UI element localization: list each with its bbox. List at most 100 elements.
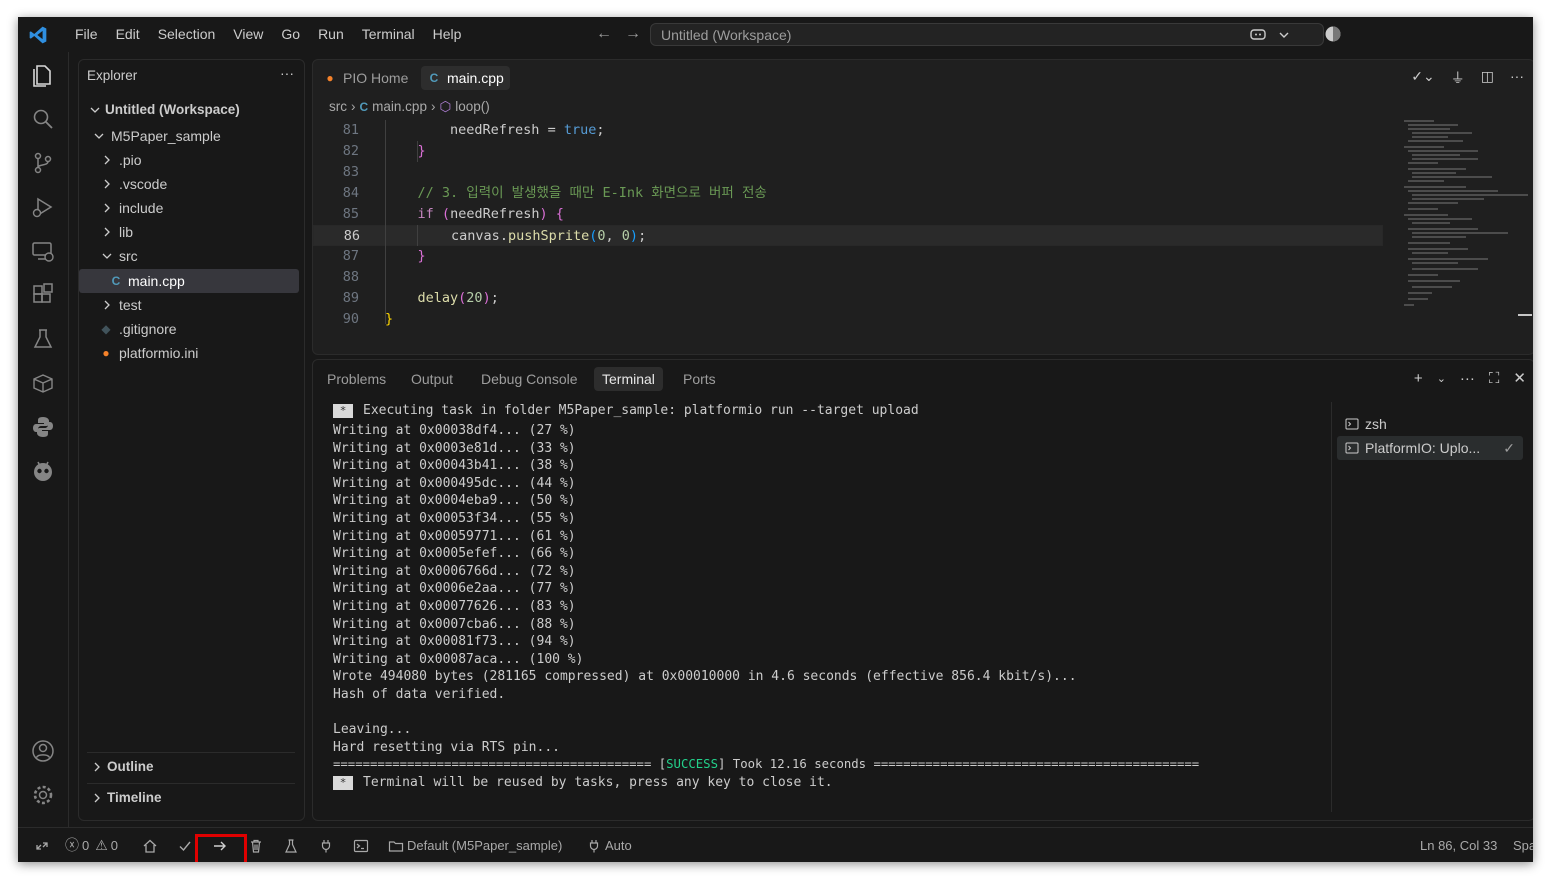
more-actions-icon[interactable]: ··· (1510, 68, 1524, 88)
breadcrumb-separator-icon: › (351, 99, 356, 114)
platformio-terminal-icon[interactable] (353, 828, 369, 862)
cpp-icon: C (429, 71, 439, 85)
menu-bar: File Edit Selection View Go Run Terminal… (66, 17, 470, 52)
upload-port[interactable]: Auto (586, 828, 632, 862)
menu-selection[interactable]: Selection (149, 17, 225, 52)
platformio-test-flask-icon[interactable] (283, 828, 299, 862)
platformio-serial-monitor-plug-icon[interactable] (318, 828, 334, 862)
maximize-panel-icon[interactable]: ⛶ (1489, 370, 1500, 387)
minimap[interactable] (1404, 118, 1528, 318)
tree-item-gitignore[interactable]: ◆ .gitignore (79, 317, 304, 341)
editor-tabs: ● PIO Home C main.cpp (313, 60, 1533, 95)
command-center[interactable]: Untitled (Workspace) (650, 23, 1324, 46)
forward-arrow-icon[interactable]: → (624, 25, 642, 43)
tree-item-label: lib (119, 224, 134, 240)
terminal-line: Writing at 0x00081f73... (94 %) (333, 634, 576, 650)
scrollbar-thumb[interactable] (1518, 314, 1532, 316)
testing-flask-icon[interactable] (30, 326, 56, 352)
tree-item-pio[interactable]: .pio (79, 148, 304, 172)
cursor-position[interactable]: Ln 86, Col 33 (1420, 828, 1497, 862)
containers-icon[interactable] (30, 370, 56, 396)
tab-debug-console[interactable]: Debug Console (473, 367, 586, 391)
menu-file[interactable]: File (66, 17, 107, 52)
chevron-right-icon (104, 300, 110, 310)
breadcrumb-src[interactable]: src (329, 97, 347, 117)
tree-item-label: main.cpp (128, 273, 185, 289)
run-debug-icon[interactable] (30, 194, 56, 220)
terminal-item-platformio-upload[interactable]: PlatformIO: Uplo... ✓ (1337, 436, 1523, 460)
platformio-icon[interactable] (30, 458, 56, 484)
settings-gear-icon[interactable] (30, 782, 56, 808)
chevron-down-icon[interactable]: ⌄ (1437, 372, 1446, 385)
back-arrow-icon[interactable]: ← (595, 25, 613, 43)
platformio-build-check-icon[interactable] (177, 828, 193, 862)
menu-edit[interactable]: Edit (107, 17, 149, 52)
breadcrumb-file[interactable]: main.cpp (372, 97, 427, 117)
editor-actions: ✓⌄ ⏚ ◫ ··· (1411, 68, 1524, 88)
git-file-icon: ◆ (101, 322, 111, 336)
code-line: 83 (313, 162, 1383, 183)
tree-item-src[interactable]: src (79, 244, 304, 268)
terminal-item-zsh[interactable]: zsh (1337, 412, 1523, 436)
menu-go[interactable]: Go (272, 17, 309, 52)
tree-item-test[interactable]: test (79, 293, 304, 317)
line-number: 81 (342, 122, 359, 138)
menu-view[interactable]: View (224, 17, 272, 52)
close-panel-icon[interactable]: ✕ (1513, 369, 1526, 387)
search-icon[interactable] (30, 106, 56, 132)
plug-icon[interactable]: ⏚ (1451, 68, 1465, 88)
new-terminal-plus-icon[interactable]: + (1414, 370, 1423, 387)
more-actions-icon[interactable]: ··· (280, 65, 294, 81)
project-environment[interactable]: Default (M5Paper_sample) (388, 828, 562, 862)
tree-item-vscode[interactable]: .vscode (79, 172, 304, 196)
tree-item-include[interactable]: include (79, 196, 304, 220)
menu-run[interactable]: Run (309, 17, 353, 52)
breadcrumb-symbol[interactable]: loop() (455, 97, 490, 117)
tab-ports[interactable]: Ports (675, 367, 724, 391)
project-folder[interactable]: M5Paper_sample (79, 124, 304, 148)
tab-terminal[interactable]: Terminal (594, 367, 663, 391)
more-actions-icon[interactable]: ··· (1460, 370, 1475, 387)
remote-indicator-icon[interactable] (34, 828, 50, 862)
platformio-home-icon[interactable] (142, 828, 158, 862)
menu-help[interactable]: Help (424, 17, 471, 52)
workspace-root[interactable]: Untitled (Workspace) (79, 98, 304, 122)
problems-indicator[interactable]: ⓧ 0 ⚠ 0 (65, 828, 118, 862)
tree-item-label: test (119, 297, 142, 313)
explorer-icon[interactable] (30, 62, 56, 88)
terminal-output[interactable]: * Executing task in folder M5Paper_sample… (333, 402, 1323, 812)
tab-output[interactable]: Output (403, 367, 461, 391)
tab-main-cpp[interactable]: C main.cpp (421, 66, 510, 90)
tab-pio-home[interactable]: ● PIO Home (317, 66, 414, 90)
project-label: M5Paper_sample (111, 128, 221, 144)
copilot-icon[interactable] (1249, 27, 1267, 43)
copilot-area[interactable] (1249, 26, 1293, 44)
timeline-section[interactable]: Timeline (87, 783, 295, 812)
activity-bar (18, 52, 69, 827)
source-control-icon[interactable] (30, 150, 56, 176)
menu-terminal[interactable]: Terminal (353, 17, 424, 52)
split-editor-icon[interactable]: ◫ (1481, 68, 1494, 88)
workspace-label: Untitled (Workspace) (105, 102, 240, 117)
chevron-down-icon (90, 107, 100, 113)
tab-problems[interactable]: Problems (319, 367, 394, 391)
outline-label: Outline (107, 759, 154, 774)
extensions-icon[interactable] (30, 282, 56, 308)
remote-explorer-icon[interactable] (30, 238, 56, 264)
tree-item-lib[interactable]: lib (79, 220, 304, 244)
python-icon[interactable] (30, 414, 56, 440)
cpp-icon: C (359, 100, 369, 114)
tree-item-main-cpp[interactable]: C main.cpp (79, 269, 299, 293)
line-number: 89 (342, 290, 359, 306)
accounts-theme-icon[interactable] (1324, 25, 1342, 43)
platformio-clean-trash-icon[interactable] (248, 828, 264, 862)
outline-section[interactable]: Outline (87, 752, 295, 781)
line-content: if (needRefresh) { (417, 206, 564, 222)
indentation-spaces[interactable]: Spa (1513, 828, 1533, 862)
accounts-icon[interactable] (30, 738, 56, 764)
tree-item-platformio-ini[interactable]: ● platformio.ini (79, 341, 304, 365)
chevron-down-icon[interactable] (1275, 27, 1293, 43)
code-area[interactable]: 81 needRefresh = true; 82 } 83 84 // 3. … (313, 120, 1533, 350)
check-icon[interactable]: ✓⌄ (1411, 68, 1434, 88)
tab-label: main.cpp (447, 70, 504, 86)
